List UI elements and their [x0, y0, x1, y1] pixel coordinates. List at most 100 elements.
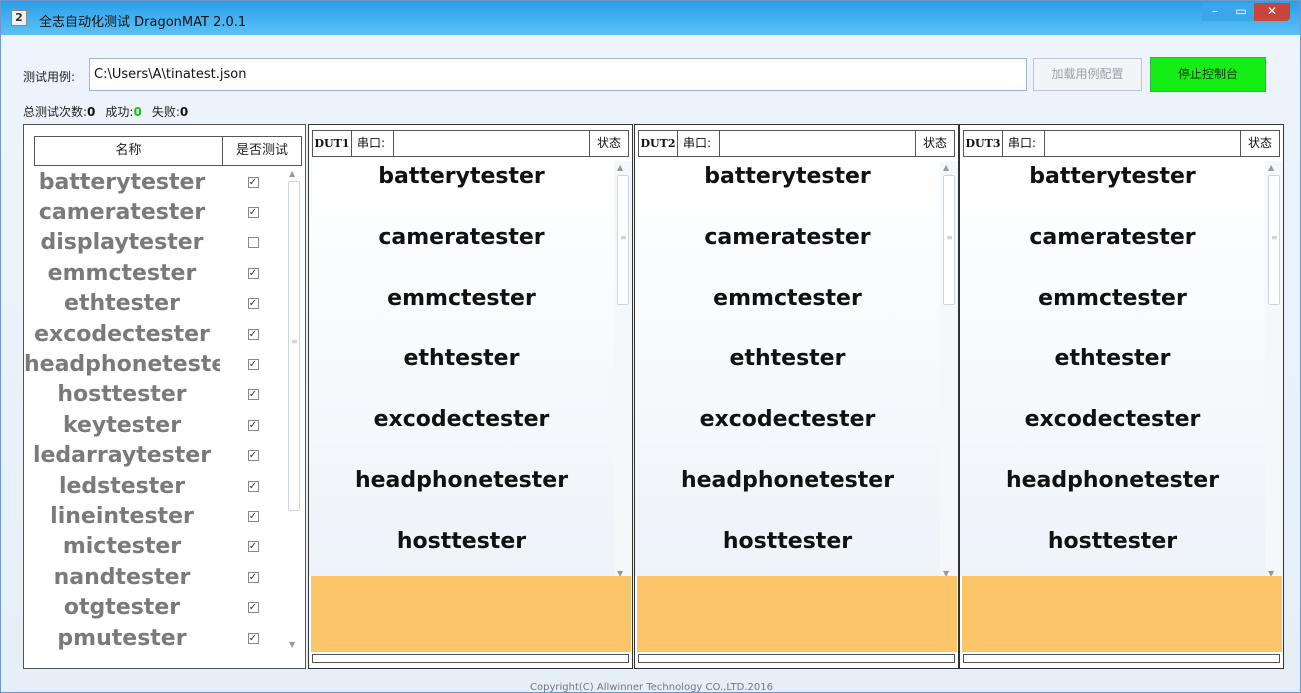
test-enabled-cell: ✓ — [220, 176, 286, 188]
dut-test-item[interactable]: ethtester — [309, 343, 614, 404]
test-name: batterytester — [38, 169, 206, 195]
test-enabled-checkbox[interactable]: ✓ — [247, 632, 259, 644]
test-enabled-checkbox[interactable]: ✓ — [247, 267, 259, 279]
test-list-item[interactable]: otgtester ✓ — [24, 592, 286, 622]
dut-panel-1: DUT1 串口: 状态 batterytester cameratester emmcte… — [308, 124, 633, 669]
serial-port-label: 串口: — [1003, 131, 1045, 156]
dut-test-item[interactable]: batterytester — [635, 161, 940, 222]
title-bar[interactable]: 2 全志自动化测试 DragonMAT 2.0.1 – ▭ ✕ — [1, 1, 1300, 35]
test-list-item[interactable]: ethtester ✓ — [24, 289, 286, 319]
scroll-up-icon[interactable]: ▲ — [943, 163, 949, 172]
dut-panel-3: DUT3 串口: 状态 batterytester cameratester emmcte… — [959, 124, 1284, 669]
minimize-button[interactable]: – — [1202, 3, 1228, 21]
test-list-item[interactable]: pmutester ✓ — [24, 623, 286, 653]
test-enabled-checkbox[interactable]: ✓ — [247, 571, 259, 583]
test-name: displaytester — [40, 230, 204, 256]
test-case-path-input[interactable] — [89, 58, 1027, 91]
test-list-header: 名称 是否测试 — [34, 136, 302, 166]
test-list-item[interactable]: ledarraytester ✓ — [24, 441, 286, 471]
test-enabled-cell: ✓ — [220, 541, 286, 553]
scroll-up-icon[interactable]: ▲ — [1268, 163, 1274, 172]
test-enabled-checkbox[interactable]: ✓ — [247, 450, 259, 462]
dut-test-item[interactable]: headphonetester — [960, 465, 1265, 526]
dut-test-item[interactable]: ethtester — [960, 343, 1265, 404]
dut-test-list: batterytester cameratester emmctester ethte… — [309, 161, 614, 576]
dut-test-item[interactable]: headphonetester — [309, 465, 614, 526]
serial-port-field[interactable] — [720, 131, 916, 156]
test-enabled-cell — [220, 237, 286, 249]
test-stats: 总测试次数:0 成功:0 失败:0 — [23, 103, 188, 120]
dut-test-item[interactable]: excodectester — [309, 404, 614, 465]
dut-scrollbar[interactable]: ▲ ≡ ▼ — [614, 161, 632, 578]
test-list-item[interactable]: hosttester ✓ — [24, 380, 286, 410]
dut-test-item[interactable]: emmctester — [635, 283, 940, 344]
test-list-item[interactable]: mictester ✓ — [24, 532, 286, 562]
dut-test-item[interactable]: headphonetester — [635, 465, 940, 526]
dut-test-item[interactable]: emmctester — [960, 283, 1265, 344]
dut-test-item[interactable]: excodectester — [635, 404, 940, 465]
test-list-item[interactable]: lineintester ✓ — [24, 501, 286, 531]
test-name: ledstester — [58, 473, 186, 499]
success-count-label: 成功: — [105, 105, 134, 119]
scroll-grip-icon: ≡ — [1271, 233, 1278, 242]
dut-test-item[interactable]: excodectester — [960, 404, 1265, 465]
test-enabled-checkbox[interactable]: ✓ — [247, 298, 259, 310]
scroll-up-icon[interactable]: ▲ — [289, 169, 295, 178]
test-list: batterytester ✓ cameratester ✓ displaytester… — [24, 167, 286, 653]
dut-test-item[interactable]: batterytester — [309, 161, 614, 222]
dut-scrollbar[interactable]: ▲ ≡ ▼ — [940, 161, 958, 578]
test-name: otgtester — [63, 595, 181, 621]
test-enabled-checkbox[interactable]: ✓ — [247, 207, 259, 219]
close-button[interactable]: ✕ — [1254, 3, 1290, 21]
test-enabled-checkbox[interactable] — [247, 237, 259, 249]
test-list-item[interactable]: excodectester ✓ — [24, 319, 286, 349]
test-list-item[interactable]: headphonetester ✓ — [24, 349, 286, 379]
column-header-enabled[interactable]: 是否测试 — [223, 137, 301, 165]
load-case-config-button[interactable]: 加载用例配置 — [1033, 58, 1142, 91]
fail-count-stat: 失败:0 — [152, 103, 188, 120]
test-enabled-checkbox[interactable]: ✓ — [247, 541, 259, 553]
dut-test-item[interactable]: cameratester — [960, 222, 1265, 283]
dut-test-item[interactable]: cameratester — [309, 222, 614, 283]
dut-test-item[interactable]: ethtester — [635, 343, 940, 404]
dut-status-area — [637, 576, 957, 652]
status-label: 状态 — [922, 136, 947, 150]
test-enabled-checkbox[interactable]: ✓ — [247, 359, 259, 371]
dut-progress-bar — [963, 654, 1280, 663]
serial-port-field[interactable] — [394, 131, 590, 156]
test-enabled-checkbox[interactable]: ✓ — [247, 602, 259, 614]
window-controls: – ▭ ✕ — [1202, 3, 1290, 21]
test-list-item[interactable]: emmctester ✓ — [24, 258, 286, 288]
scroll-down-icon[interactable]: ▼ — [289, 640, 295, 649]
fail-count-value: 0 — [179, 105, 189, 119]
test-enabled-checkbox[interactable]: ✓ — [247, 510, 259, 522]
test-list-item[interactable]: keytester ✓ — [24, 410, 286, 440]
maximize-button[interactable]: ▭ — [1228, 3, 1254, 21]
dut-test-item[interactable]: emmctester — [309, 283, 614, 344]
test-list-item[interactable]: ledstester ✓ — [24, 471, 286, 501]
dut-id: DUT1 — [313, 131, 352, 156]
column-header-name[interactable]: 名称 — [35, 137, 223, 165]
scroll-up-icon[interactable]: ▲ — [617, 163, 623, 172]
dut-scrollbar[interactable]: ▲ ≡ ▼ — [1265, 161, 1283, 578]
test-enabled-checkbox[interactable]: ✓ — [247, 176, 259, 188]
test-list-item[interactable]: batterytester ✓ — [24, 167, 286, 197]
test-enabled-cell: ✓ — [220, 571, 286, 583]
test-case-label: 测试用例: — [23, 70, 76, 84]
copyright-footer: Copyright(C) Allwinner Technology CO.,LT… — [530, 682, 773, 693]
test-list-item[interactable]: nandtester ✓ — [24, 562, 286, 592]
serial-port-field[interactable] — [1045, 131, 1241, 156]
scrollbar-thumb[interactable] — [288, 181, 300, 511]
test-enabled-checkbox[interactable]: ✓ — [247, 389, 259, 401]
test-name: ledarraytester — [32, 443, 212, 469]
stop-console-button[interactable]: 停止控制台 — [1150, 57, 1266, 92]
test-enabled-checkbox[interactable]: ✓ — [247, 419, 259, 431]
test-enabled-checkbox[interactable]: ✓ — [247, 480, 259, 492]
dut-test-item[interactable]: batterytester — [960, 161, 1265, 222]
test-list-item[interactable]: cameratester ✓ — [24, 197, 286, 227]
test-name: headphonetester — [24, 352, 220, 378]
test-enabled-checkbox[interactable]: ✓ — [247, 328, 259, 340]
dut-test-item[interactable]: cameratester — [635, 222, 940, 283]
test-list-scrollbar[interactable]: ▲ ≡ ▼ — [286, 167, 302, 649]
test-list-item[interactable]: displaytester — [24, 228, 286, 258]
